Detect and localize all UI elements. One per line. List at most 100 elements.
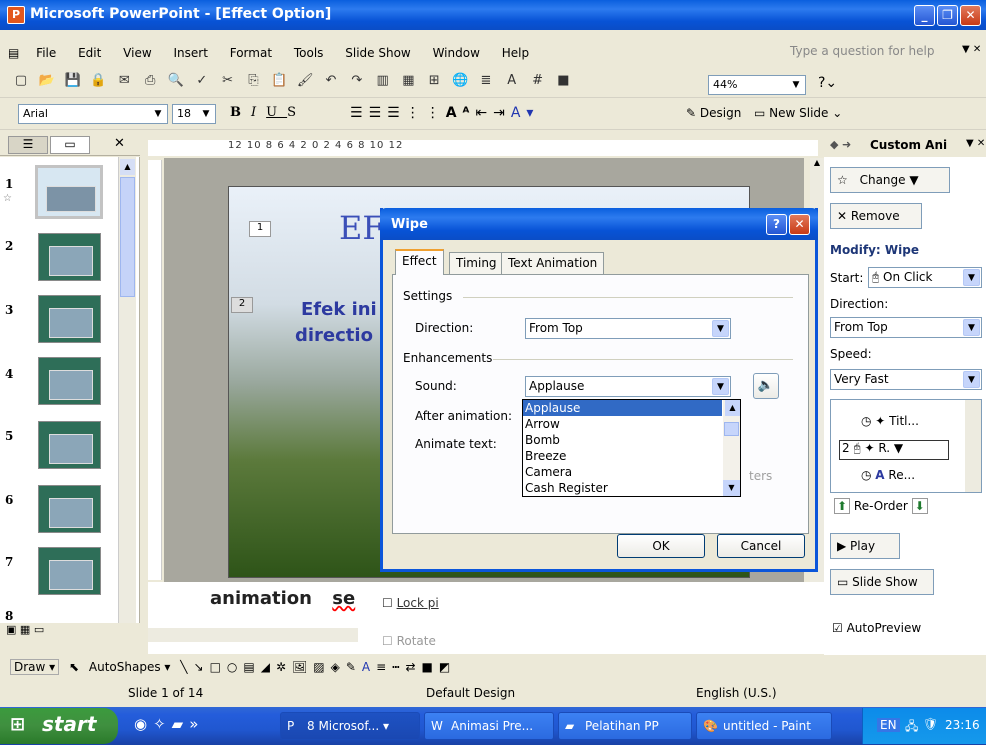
spelling-icon[interactable]: ✓: [193, 73, 211, 89]
tab-text-animation[interactable]: Text Animation: [501, 252, 605, 274]
align-left-icon[interactable]: ☰: [350, 105, 369, 121]
tab-timing[interactable]: Timing: [449, 252, 504, 274]
slide-thumb-2[interactable]: [38, 233, 101, 281]
messenger-icon[interactable]: ✧: [153, 715, 172, 733]
help-search-input[interactable]: Type a question for help: [790, 44, 970, 62]
menu-help[interactable]: Help: [493, 42, 538, 64]
close-button[interactable]: ✕: [960, 5, 981, 26]
animation-item-1[interactable]: ◷ ✦ Titl...: [861, 414, 919, 428]
slide-thumb-7[interactable]: [38, 547, 101, 595]
help-icon[interactable]: ?⌄: [818, 75, 837, 91]
sound-option[interactable]: Arrow: [523, 416, 740, 432]
draw-menu[interactable]: Draw ▾: [10, 659, 60, 675]
speed-select[interactable]: Very Fast ▼: [830, 369, 982, 390]
slide-body-text2[interactable]: directio: [295, 325, 373, 346]
dropdown-scrollbar[interactable]: ▲ ▼: [723, 400, 740, 496]
lock-checkbox[interactable]: ☐ Lock pi: [382, 596, 439, 610]
network-icon[interactable]: 🖧: [905, 717, 918, 738]
slide-body-text[interactable]: Efek ini: [301, 299, 377, 320]
menu-format[interactable]: Format: [221, 42, 281, 64]
move-up-icon[interactable]: ⬆: [834, 498, 851, 514]
scroll-down-icon[interactable]: ▼: [723, 480, 740, 496]
font-color-icon[interactable]: A▾: [511, 105, 540, 121]
dash-style-icon[interactable]: ┅: [392, 660, 405, 674]
shadow-button[interactable]: S: [287, 105, 306, 120]
increase-indent-icon[interactable]: ⇥: [493, 105, 511, 121]
menu-slideshow[interactable]: Slide Show: [336, 42, 419, 64]
direction-select[interactable]: From Top ▼: [830, 317, 982, 338]
diagram-icon[interactable]: ✲: [276, 660, 292, 674]
new-slide-button[interactable]: ▭ New Slide ⌄: [754, 106, 842, 120]
rotate-checkbox[interactable]: ☐ Rotate: [382, 634, 436, 648]
menu-window[interactable]: Window: [424, 42, 489, 64]
minimize-button[interactable]: _: [914, 5, 935, 26]
scroll-up-icon[interactable]: ▲: [810, 158, 824, 174]
scroll-thumb[interactable]: [724, 422, 739, 436]
slide-thumb-6[interactable]: [38, 485, 101, 533]
task-word[interactable]: W Animasi Pre...: [424, 712, 554, 740]
maximize-button[interactable]: ❐: [937, 5, 958, 26]
animation-tag-2[interactable]: 2: [231, 297, 253, 313]
table-icon[interactable]: ▦: [399, 73, 417, 89]
bold-button[interactable]: B: [230, 105, 251, 120]
bullets-icon[interactable]: ⋮: [426, 105, 446, 121]
animation-item-3[interactable]: ◷ A Re...: [861, 468, 915, 482]
cancel-button[interactable]: Cancel: [717, 534, 805, 558]
list-scrollbar[interactable]: [965, 400, 981, 492]
back-arrow-icon[interactable]: ◆ ➜: [830, 138, 851, 151]
decrease-font-icon[interactable]: ᴬ: [463, 105, 476, 121]
scroll-thumb[interactable]: [120, 177, 135, 297]
autoshapes-menu[interactable]: AutoShapes ▾: [89, 660, 171, 674]
change-button[interactable]: ☆ Change ▼: [830, 167, 950, 193]
normal-view-icon[interactable]: ▣: [6, 623, 16, 636]
tab-slides[interactable]: ▭: [50, 136, 90, 154]
font-size-select[interactable]: 18 ▼: [172, 104, 216, 124]
sound-select[interactable]: Applause ▼: [525, 376, 731, 397]
sound-option[interactable]: Bomb: [523, 432, 740, 448]
arrow-icon[interactable]: ↘: [194, 660, 210, 674]
undo-icon[interactable]: ↶: [322, 73, 340, 89]
line-style-icon[interactable]: ≡: [376, 660, 392, 674]
italic-button[interactable]: I: [251, 105, 266, 120]
browser-icon[interactable]: ◉: [134, 715, 153, 733]
sound-option[interactable]: Camera: [523, 464, 740, 480]
align-right-icon[interactable]: ☰: [387, 105, 406, 121]
permission-icon[interactable]: 🔒: [89, 73, 107, 89]
textbox-icon[interactable]: ▤: [243, 660, 260, 674]
line-color-icon[interactable]: ✎: [346, 660, 362, 674]
slide-title[interactable]: EF: [339, 209, 385, 247]
text-color-icon[interactable]: A: [362, 660, 376, 674]
new-icon[interactable]: ▢: [12, 73, 30, 89]
line-icon[interactable]: ╲: [180, 660, 193, 674]
save-icon[interactable]: 💾: [64, 73, 82, 89]
picture-icon[interactable]: ▨: [313, 660, 330, 674]
increase-font-icon[interactable]: A: [446, 105, 463, 121]
menu-file[interactable]: File: [27, 42, 65, 64]
chart-icon[interactable]: ▥: [374, 73, 392, 89]
task-paint[interactable]: 🎨 untitled - Paint: [696, 712, 832, 740]
slide-thumb-1[interactable]: [35, 165, 103, 219]
align-center-icon[interactable]: ☰: [369, 105, 388, 121]
slide-thumb-3[interactable]: [38, 295, 101, 343]
more-icon[interactable]: »: [189, 715, 204, 733]
decrease-indent-icon[interactable]: ⇤: [475, 105, 493, 121]
color-grayscale-icon[interactable]: ■: [554, 73, 572, 89]
email-icon[interactable]: ✉: [115, 73, 133, 89]
3d-icon[interactable]: ◩: [439, 660, 456, 674]
format-painter-icon[interactable]: 🖌: [296, 73, 314, 89]
numbering-icon[interactable]: ⋮: [406, 105, 426, 121]
hyperlink-icon[interactable]: 🌐: [451, 73, 469, 89]
sound-option[interactable]: Cash Register: [523, 480, 740, 496]
language-indicator[interactable]: EN: [877, 718, 900, 732]
ok-button[interactable]: OK: [617, 534, 705, 558]
speaker-icon[interactable]: 🔈: [753, 373, 779, 399]
menu-view[interactable]: View: [114, 42, 160, 64]
select-pointer-icon[interactable]: ⬉: [69, 660, 79, 674]
slideshow-view-icon[interactable]: ▭: [34, 623, 44, 636]
cut-icon[interactable]: ✂: [219, 73, 237, 89]
design-button[interactable]: ✎ Design: [686, 106, 741, 120]
task-powerpoint[interactable]: P8 Microsof... ▾: [280, 712, 420, 740]
sorter-view-icon[interactable]: ▦: [20, 623, 30, 636]
scroll-up-icon[interactable]: ▲: [725, 400, 740, 416]
remove-button[interactable]: ✕ Remove: [830, 203, 922, 229]
